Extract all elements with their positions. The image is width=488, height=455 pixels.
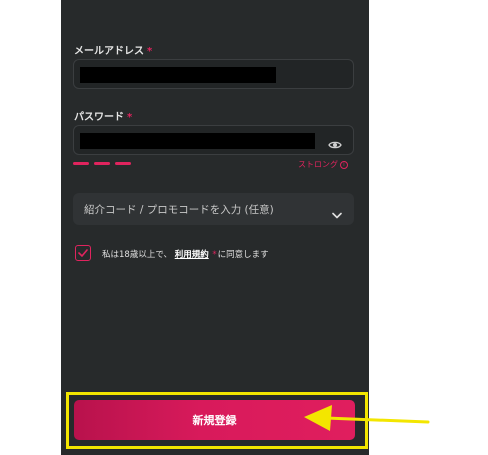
checkmark-icon <box>78 249 88 257</box>
terms-suffix: に同意します <box>217 250 269 260</box>
referral-code-dropdown[interactable]: 紹介コード / プロモコードを入力 (任意) <box>73 193 354 225</box>
email-label: メールアドレス * <box>74 42 152 57</box>
arrow-left-icon <box>304 405 430 431</box>
redacted-password-value <box>80 133 315 149</box>
info-icon[interactable]: i <box>340 160 348 169</box>
referral-code-label: 紹介コード / プロモコードを入力 (任意) <box>84 204 274 216</box>
terms-prefix: 私は18歳以上で、 <box>102 250 172 260</box>
password-strength-label: ストロング i <box>298 159 348 170</box>
strength-bar <box>94 162 110 165</box>
required-mark: * <box>147 46 153 57</box>
redacted-email-value <box>80 67 276 83</box>
email-label-text: メールアドレス <box>74 46 144 57</box>
email-field[interactable] <box>73 59 354 89</box>
password-strength-meter <box>73 162 131 165</box>
signup-form-panel: メールアドレス * パスワード * ストロング i 紹介コード / プロモコード… <box>61 0 369 455</box>
terms-agreement-text: 私は18歳以上で、 利用規約 *に同意します <box>102 248 269 260</box>
password-field[interactable] <box>73 125 354 155</box>
terms-checkbox[interactable] <box>75 245 91 261</box>
terms-of-service-link[interactable]: 利用規約 <box>175 250 209 260</box>
eye-icon[interactable] <box>328 135 342 154</box>
password-label-text: パスワード <box>74 112 124 123</box>
strength-text: ストロング <box>298 160 338 169</box>
password-label: パスワード * <box>74 108 132 123</box>
required-mark: * <box>127 112 133 123</box>
strength-bar <box>73 162 89 165</box>
screenshot-stage: メールアドレス * パスワード * ストロング i 紹介コード / プロモコード… <box>0 0 488 455</box>
chevron-down-icon <box>332 204 342 223</box>
strength-bar <box>115 162 131 165</box>
required-mark: * <box>212 250 217 260</box>
